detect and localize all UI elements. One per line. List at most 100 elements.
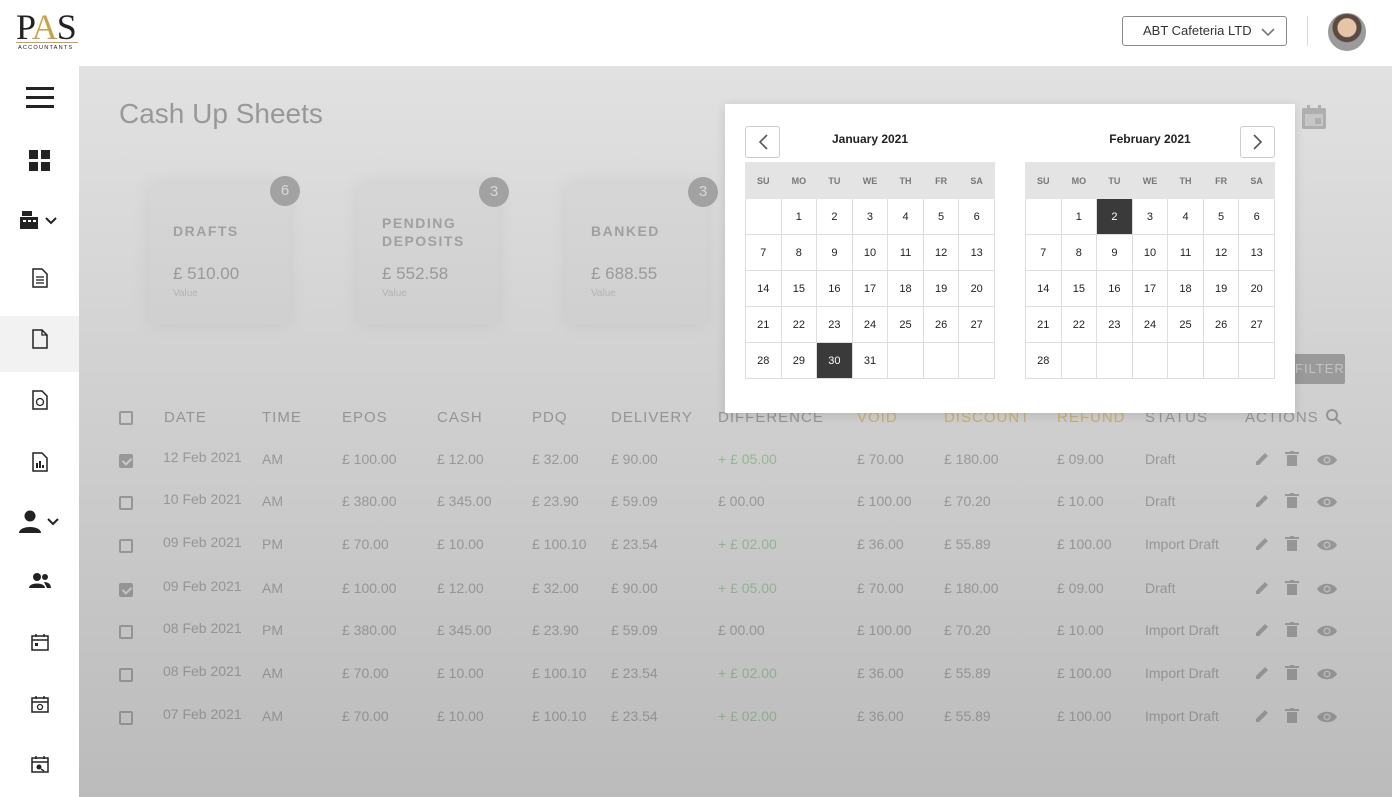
calendar-report-icon[interactable] (0, 736, 79, 792)
delete-icon[interactable] (1285, 708, 1299, 729)
document-icon[interactable] (0, 250, 79, 306)
calendar-day[interactable]: 14 (1025, 270, 1062, 307)
table-row[interactable]: 09 Feb 2021 PM £ 70.00 £ 10.00 £ 100.10 £ 23.… (79, 525, 1392, 567)
calendar-day[interactable]: 11 (887, 234, 924, 271)
calendar-day[interactable]: 13 (1238, 234, 1275, 271)
row-checkbox[interactable] (119, 625, 133, 639)
table-row[interactable]: 07 Feb 2021 AM £ 70.00 £ 10.00 £ 100.10 £ 23.… (79, 697, 1392, 739)
calendar-day[interactable]: 28 (745, 342, 782, 379)
calendar-day[interactable]: 20 (958, 270, 995, 307)
calendar-day[interactable]: 18 (887, 270, 924, 307)
file-money-icon[interactable] (0, 372, 79, 428)
calendar-day[interactable]: 21 (745, 306, 782, 343)
calendar-day[interactable]: 15 (780, 270, 818, 307)
row-checkbox[interactable] (119, 496, 133, 510)
calendar-day[interactable]: 22 (1060, 306, 1098, 343)
pending-deposits-card[interactable]: PENDING DEPOSITS £ 552.58 Value (358, 184, 498, 324)
calendar-day[interactable]: 23 (1096, 306, 1133, 343)
calendar-day[interactable]: 1 (780, 198, 818, 235)
calendar-day[interactable]: 16 (816, 270, 853, 307)
col-cash[interactable]: CASH (437, 409, 483, 426)
edit-icon[interactable] (1254, 622, 1270, 643)
col-delivery[interactable]: DELIVERY (611, 409, 693, 426)
col-date[interactable]: DATE (164, 409, 207, 426)
calendar-day[interactable]: 12 (922, 234, 960, 271)
calendar-day[interactable]: 14 (745, 270, 782, 307)
edit-icon[interactable] (1254, 451, 1270, 472)
row-checkbox[interactable] (119, 711, 133, 725)
calendar-day[interactable]: 17 (851, 270, 889, 307)
delete-icon[interactable] (1285, 622, 1299, 643)
table-row[interactable]: 08 Feb 2021 PM £ 380.00 £ 345.00 £ 23.90 £ 59… (79, 611, 1392, 653)
view-icon[interactable] (1316, 667, 1338, 686)
calendar-day[interactable]: 5 (922, 198, 960, 235)
user-avatar[interactable] (1328, 13, 1366, 51)
calendar-day[interactable]: 23 (816, 306, 853, 343)
calendar-day[interactable]: 13 (958, 234, 995, 271)
edit-icon[interactable] (1254, 493, 1270, 514)
col-pdq[interactable]: PDQ (532, 409, 568, 426)
calendar-money-icon[interactable] (0, 676, 79, 732)
table-row[interactable]: 08 Feb 2021 AM £ 70.00 £ 10.00 £ 100.10 £ 23.… (79, 654, 1392, 696)
calendar-day[interactable]: 9 (1096, 234, 1133, 271)
table-row[interactable]: 09 Feb 2021 AM £ 100.00 £ 12.00 £ 32.00 £ 90.… (79, 569, 1392, 611)
table-row[interactable]: 10 Feb 2021 AM £ 380.00 £ 345.00 £ 23.90 £ 59… (79, 482, 1392, 524)
view-icon[interactable] (1316, 624, 1338, 643)
calendar-day[interactable]: 3 (1131, 198, 1169, 235)
calendar-day[interactable]: 8 (780, 234, 818, 271)
calendar-day[interactable]: 2 (1096, 198, 1133, 235)
menu-icon[interactable] (0, 70, 79, 126)
view-icon[interactable] (1316, 582, 1338, 601)
calendar-day[interactable]: 10 (851, 234, 889, 271)
view-icon[interactable] (1316, 453, 1338, 472)
calendar-day[interactable]: 29 (780, 342, 818, 379)
drafts-card[interactable]: DRAFTS £ 510.00 Value (149, 184, 289, 324)
row-checkbox[interactable] (119, 668, 133, 682)
calendar-day[interactable]: 26 (922, 306, 960, 343)
calendar-day[interactable]: 4 (887, 198, 924, 235)
calendar-day[interactable]: 25 (1167, 306, 1204, 343)
calendar-day[interactable]: 28 (1025, 342, 1062, 379)
calendar-day[interactable]: 12 (1202, 234, 1240, 271)
col-time[interactable]: TIME (262, 409, 302, 426)
calendar-day[interactable]: 24 (851, 306, 889, 343)
edit-icon[interactable] (1254, 708, 1270, 729)
company-select[interactable]: ABT Cafeteria LTD (1122, 16, 1287, 46)
col-epos[interactable]: EPOS (342, 409, 388, 426)
calendar-day[interactable]: 27 (1238, 306, 1275, 343)
search-icon[interactable] (1325, 408, 1343, 431)
edit-icon[interactable] (1254, 536, 1270, 557)
table-row[interactable]: 12 Feb 2021 AM £ 100.00 £ 12.00 £ 32.00 £ 90.… (79, 440, 1392, 482)
users-icon[interactable] (0, 553, 79, 609)
calendar-day[interactable]: 7 (745, 234, 782, 271)
calendar-day[interactable]: 16 (1096, 270, 1133, 307)
calendar-day[interactable]: 21 (1025, 306, 1062, 343)
view-icon[interactable] (1316, 710, 1338, 729)
select-all-checkbox[interactable] (119, 411, 133, 425)
calendar-day[interactable]: 24 (1131, 306, 1169, 343)
view-icon[interactable] (1316, 538, 1338, 557)
calendar-day[interactable]: 25 (887, 306, 924, 343)
calendar-day[interactable]: 8 (1060, 234, 1098, 271)
delete-icon[interactable] (1285, 493, 1299, 514)
row-checkbox[interactable] (119, 454, 133, 468)
dashboard-icon[interactable] (0, 133, 79, 189)
calendar-icon[interactable] (0, 614, 79, 670)
delete-icon[interactable] (1285, 665, 1299, 686)
delete-icon[interactable] (1285, 451, 1299, 472)
delete-icon[interactable] (1285, 580, 1299, 601)
calendar-day[interactable]: 7 (1025, 234, 1062, 271)
calendar-day[interactable]: 19 (922, 270, 960, 307)
cash-register-icon[interactable] (0, 192, 79, 248)
calendar-day[interactable]: 26 (1202, 306, 1240, 343)
calendar-day[interactable]: 31 (851, 342, 889, 379)
delete-icon[interactable] (1285, 536, 1299, 557)
file-report-icon[interactable] (0, 434, 79, 490)
banked-card[interactable]: BANKED £ 688.55 Value (567, 184, 707, 324)
calendar-day[interactable]: 6 (958, 198, 995, 235)
edit-icon[interactable] (1254, 665, 1270, 686)
calendar-day[interactable]: 4 (1167, 198, 1204, 235)
calendar-day[interactable]: 1 (1060, 198, 1098, 235)
calendar-day[interactable]: 18 (1167, 270, 1204, 307)
filter-button[interactable]: FILTER (1287, 354, 1345, 384)
